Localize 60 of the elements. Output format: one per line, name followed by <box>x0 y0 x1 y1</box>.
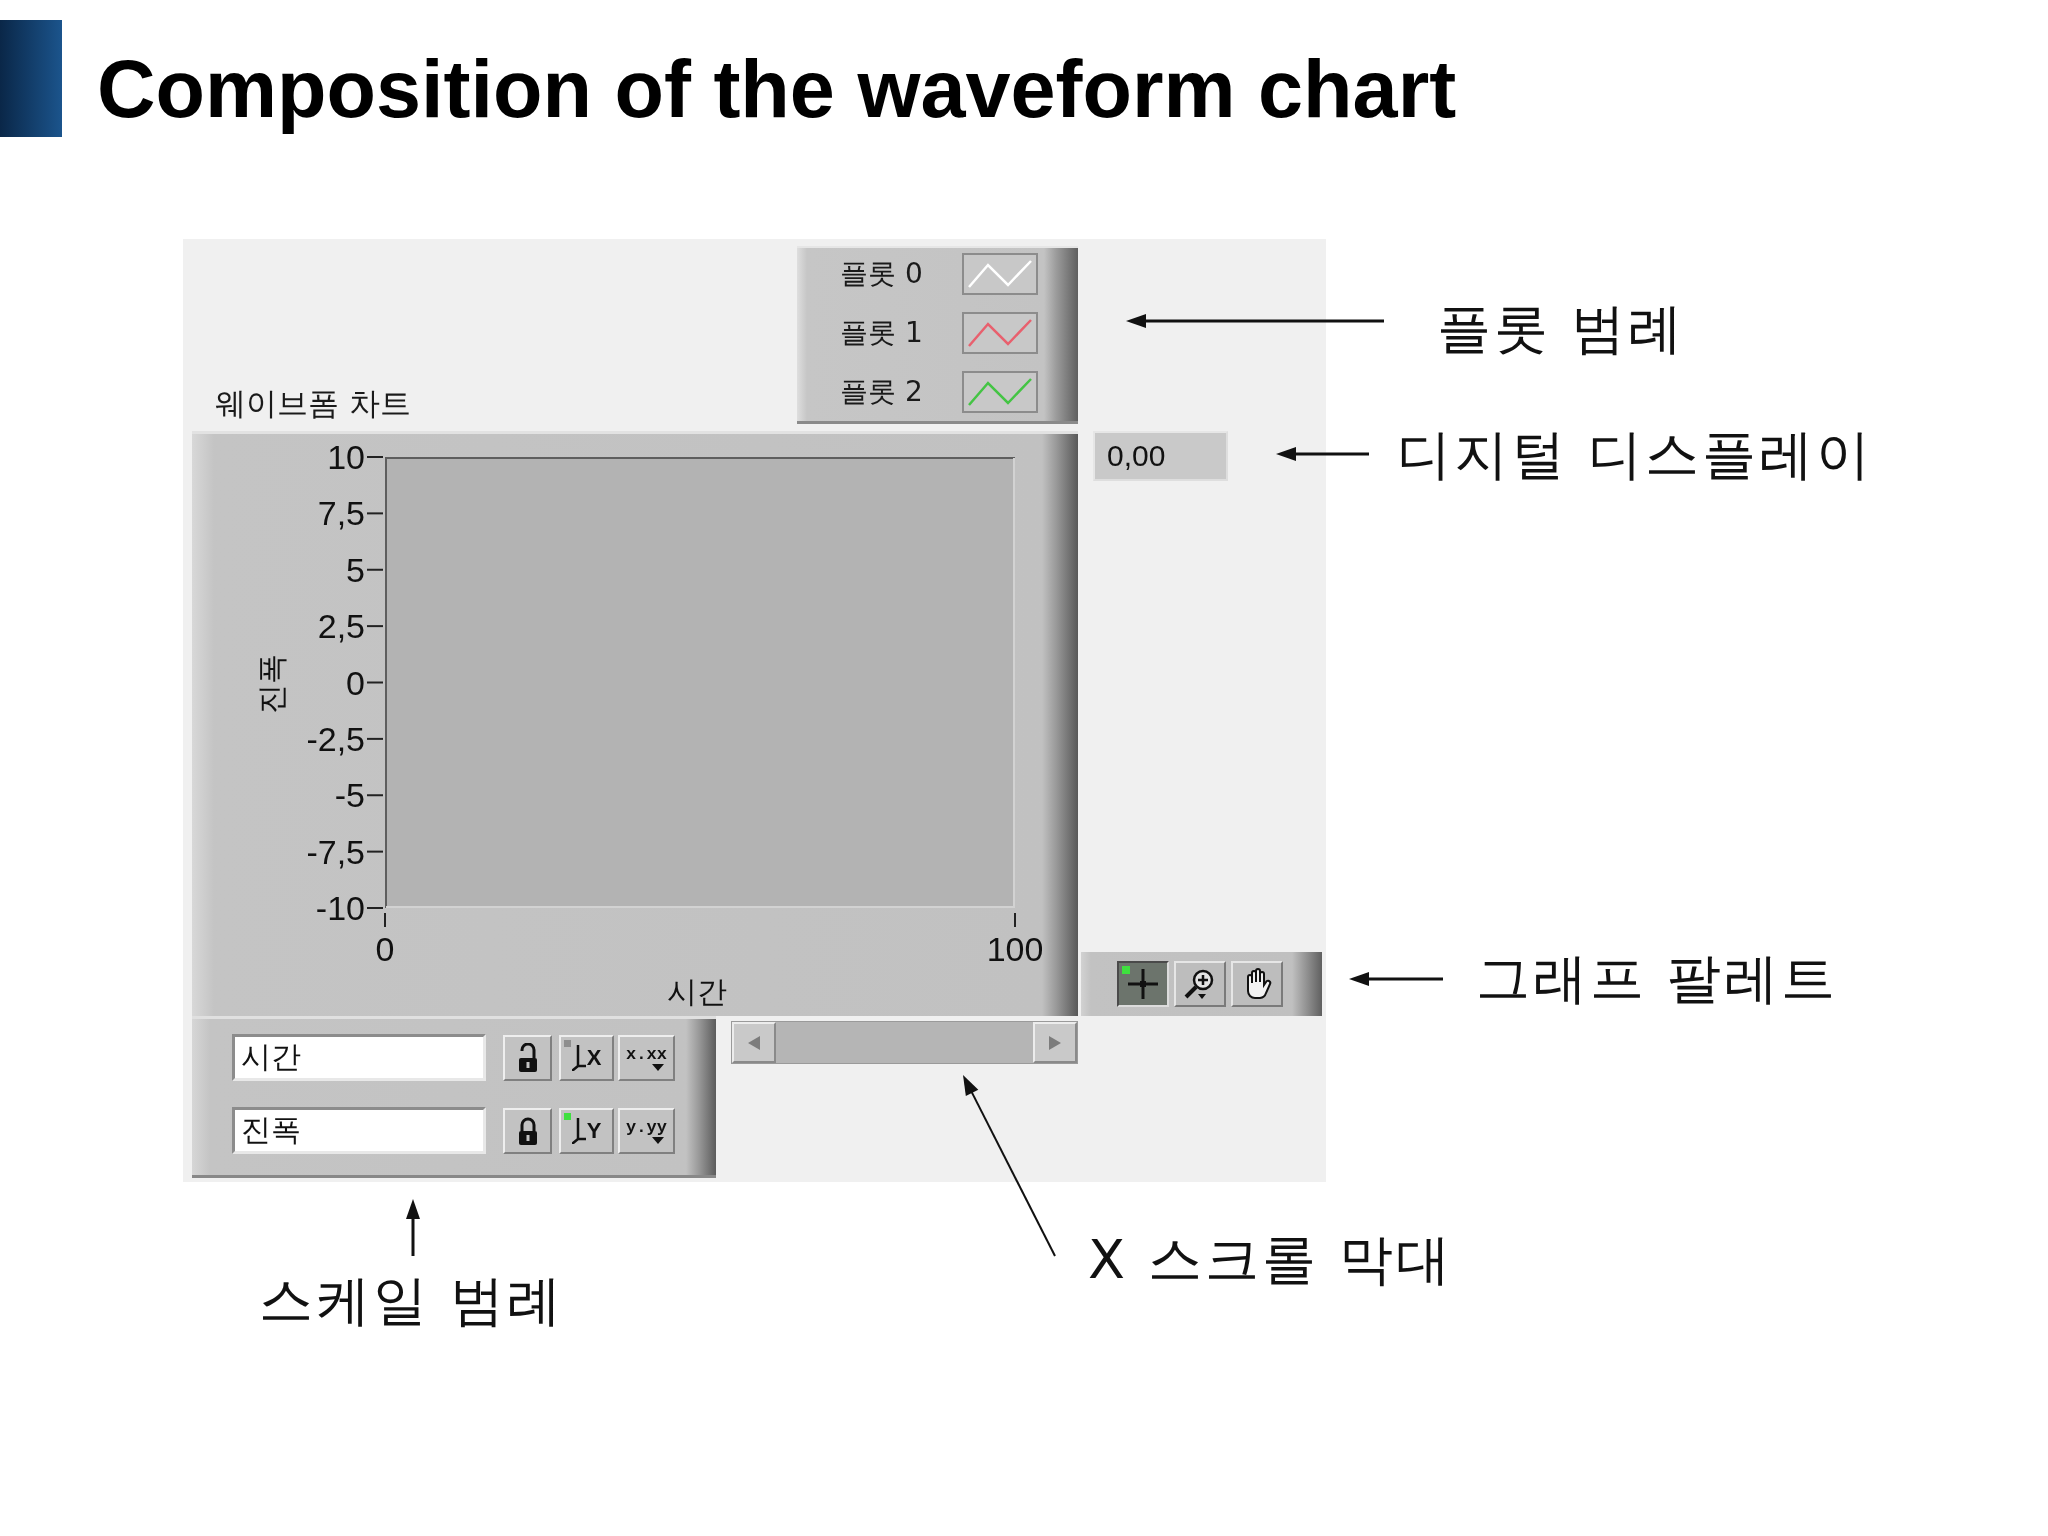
arrow-icon <box>1126 313 1384 329</box>
callout-label: 플롯 범례 <box>1437 297 1686 361</box>
crosshair-icon <box>1128 969 1158 999</box>
tick-label: 7,5 <box>317 494 365 533</box>
plot-name: 플롯 1 <box>840 315 923 351</box>
tick-mark <box>366 907 384 909</box>
tick-mark <box>384 912 386 928</box>
tick-label: -5 <box>334 776 365 815</box>
tick-label: -7,5 <box>306 832 365 871</box>
tick-mark <box>366 568 384 571</box>
callout-label: 디지털 디스플레이 <box>1397 423 1874 487</box>
tick-mark <box>366 737 384 740</box>
plot-name: 플롯 2 <box>840 374 923 410</box>
led-icon <box>1122 966 1130 974</box>
caret-icon <box>651 1136 664 1144</box>
magnifier-icon <box>1184 968 1216 1000</box>
tick-mark <box>366 512 384 515</box>
tick-label: 0 <box>346 663 365 702</box>
tick-label: -10 <box>315 889 365 927</box>
axis-corner-icon <box>571 1044 586 1071</box>
callout-label: X 스크롤 막대 <box>1088 1228 1454 1292</box>
autoscale-button[interactable]: Y <box>559 1107 614 1154</box>
tick-label: 100 <box>986 930 1042 968</box>
format-button[interactable]: x.xx <box>618 1034 675 1081</box>
lock-button[interactable] <box>503 1107 552 1154</box>
scroll-left-button[interactable] <box>732 1022 776 1063</box>
format-button[interactable]: y.yy <box>618 1107 675 1154</box>
scroll-right-button[interactable] <box>1033 1022 1077 1063</box>
callout-label: 그래프 팔레트 <box>1476 947 1839 1011</box>
tick-label: -2,5 <box>306 719 365 758</box>
plot-name: 플롯 0 <box>840 256 923 292</box>
axis-name-field[interactable]: 시간 <box>232 1034 486 1081</box>
caret-icon <box>651 1063 664 1071</box>
axis-name-field[interactable]: 진폭 <box>232 1107 486 1154</box>
tick-mark <box>366 625 384 628</box>
tick-mark <box>1014 912 1016 928</box>
callout-label: 스케일 범례 <box>259 1269 565 1333</box>
autoscale-button[interactable]: X <box>559 1034 614 1081</box>
lock-button[interactable] <box>503 1034 552 1081</box>
right-triangle-icon <box>1049 1035 1061 1050</box>
slide-title: Composition of the waveform chart <box>97 43 1457 136</box>
tick-mark <box>366 456 384 458</box>
arrow-icon <box>1349 971 1443 987</box>
axis-title: 진폭 <box>254 654 289 714</box>
tick-label: 2,5 <box>317 607 365 646</box>
arrow-icon <box>1276 446 1369 462</box>
digital-display: 0,00 <box>1093 431 1228 481</box>
chart-label: 웨이브폼 차트 <box>215 385 411 421</box>
tick-mark <box>366 681 384 684</box>
tick-label: 5 <box>346 550 365 589</box>
arrow-icon <box>961 1073 1057 1257</box>
tick-mark <box>366 850 384 853</box>
tick-label: 0 <box>375 930 395 968</box>
tick-mark <box>366 794 384 797</box>
axis-corner-icon <box>571 1117 586 1144</box>
palette-tool-button[interactable] <box>1117 961 1169 1007</box>
tick-label: 10 <box>327 438 365 476</box>
arrow-icon <box>405 1199 421 1256</box>
left-triangle-icon <box>748 1035 760 1050</box>
axis-title: 시간 <box>667 974 727 1009</box>
